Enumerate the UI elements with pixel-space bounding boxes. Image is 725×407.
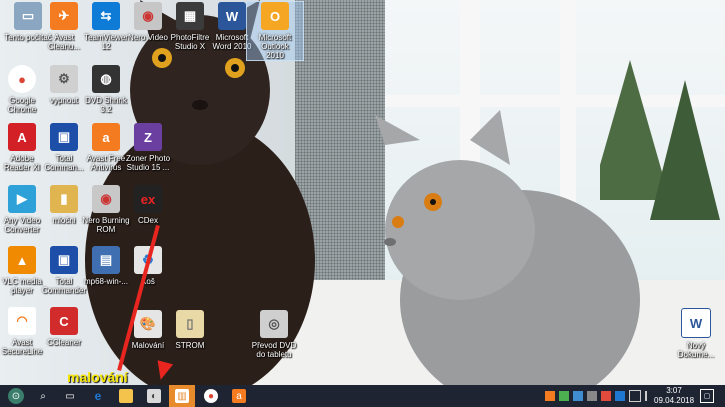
tray-network-icon[interactable] — [629, 390, 641, 402]
tray-app-icon[interactable] — [615, 391, 625, 401]
installer-icon: ▤ — [92, 246, 120, 274]
desktop-icon-label: Nový Dokume... — [677, 341, 715, 359]
clock-time: 3:07 — [666, 386, 682, 395]
desktop-icon-novy-dokument[interactable]: W Nový Dokume... — [668, 308, 724, 359]
paint-icon: ◐ — [147, 389, 161, 403]
gear-icon: ⚙ — [50, 65, 78, 93]
word-document-icon: W — [681, 308, 711, 338]
tray-avast-icon[interactable] — [545, 391, 555, 401]
paint-palette-icon: 🎨 — [134, 310, 162, 338]
desktop-icon-label: STROM — [175, 341, 205, 350]
file-explorer-icon: ▬ — [119, 389, 133, 403]
desktop-icon-dvd-shrink[interactable]: ◍ DVD Shrink 3.2 — [78, 65, 134, 114]
desktop-icon-cdex[interactable]: ex CDex — [120, 185, 176, 225]
avast-icon: a — [92, 123, 120, 151]
dvd-converter-icon: ◎ — [260, 310, 288, 338]
folder-icon: ▮ — [50, 185, 78, 213]
teamviewer-icon: ⇆ — [92, 2, 120, 30]
task-view-button[interactable]: ▭ — [57, 385, 83, 407]
chrome-icon: ● — [8, 65, 36, 93]
start-button[interactable]: ⊙ — [2, 385, 30, 407]
desktop-icon-zoner[interactable]: Z Zoner Photo Studio 15 ... — [120, 123, 176, 172]
ccleaner-icon: C — [50, 307, 78, 335]
desktop-icon-ccleaner[interactable]: C CCleaner — [36, 307, 92, 347]
desktop-icon-prevod-dvd[interactable]: ◎ Převod DVD do tabletu — [246, 310, 302, 359]
dvd-shrink-icon: ◍ — [92, 65, 120, 93]
zoner-icon: Z — [134, 123, 162, 151]
edge-icon: e — [94, 389, 102, 403]
taskbar-active-app[interactable]: ▥ — [169, 385, 195, 407]
desktop-icon-label: DVD Shrink 3.2 — [85, 96, 127, 114]
tray-cloud-icon[interactable] — [573, 391, 583, 401]
adobe-reader-icon: A — [8, 123, 36, 151]
total-commander-icon: ▣ — [50, 123, 78, 151]
notification-center-icon[interactable]: ▢ — [700, 389, 714, 403]
avast-cleanup-icon: ✈ — [50, 2, 78, 30]
annotation-label: malování — [67, 369, 128, 385]
app-icon: ▥ — [175, 389, 189, 403]
nero-video-icon: ◉ — [134, 2, 162, 30]
clock-date: 09.04.2018 — [654, 396, 695, 405]
outlook-icon: O — [261, 2, 289, 30]
start-orb-icon: ⊙ — [8, 388, 24, 404]
total-commander-icon: ▣ — [50, 246, 78, 274]
photofiltre-icon: ▦ — [176, 2, 204, 30]
desktop-icon-label: Microsoft Outlook 2010 — [258, 33, 292, 60]
desktop-icon-outlook-2010[interactable]: O Microsoft Outlook 2010 — [246, 1, 304, 61]
chrome-icon: ● — [204, 389, 218, 403]
system-tray — [545, 385, 661, 407]
tray-security-icon[interactable] — [559, 391, 569, 401]
desktop-icon-label: Převod DVD do tabletu — [251, 341, 297, 359]
taskbar-paint[interactable]: ◐ — [141, 385, 167, 407]
wallpaper-grey-cat — [375, 110, 640, 385]
avast-icon: a — [232, 389, 246, 403]
taskbar-explorer[interactable]: ▬ — [113, 385, 139, 407]
desktop-icon-label: CDex — [137, 216, 158, 225]
desktop-icon-label: Zoner Photo Studio 15 ... — [125, 154, 171, 172]
desktop-icon-label: CCleaner — [47, 338, 81, 347]
vlc-icon: ▲ — [8, 246, 36, 274]
search-button[interactable]: ⌕ — [30, 385, 56, 407]
tray-app-icon[interactable] — [601, 391, 611, 401]
document-icon: ▯ — [176, 310, 204, 338]
desktop-icon-label: Koš — [141, 277, 155, 286]
tray-app-icon[interactable] — [587, 391, 597, 401]
any-video-converter-icon: ▶ — [8, 185, 36, 213]
nero-burning-icon: ◉ — [92, 185, 120, 213]
cdex-icon: ex — [134, 185, 162, 213]
taskbar-clock[interactable]: 3:07 09.04.2018 — [654, 386, 694, 406]
avast-secureline-icon: ◠ — [8, 307, 36, 335]
taskbar-avast[interactable]: a — [226, 385, 252, 407]
taskbar-chrome[interactable]: ● — [198, 385, 224, 407]
search-icon: ⌕ — [40, 390, 46, 402]
task-view-icon: ▭ — [65, 390, 75, 402]
taskbar-edge[interactable]: e — [85, 385, 111, 407]
word-icon: W — [218, 2, 246, 30]
desktop-icon-strom[interactable]: ▯ STROM — [162, 310, 218, 350]
